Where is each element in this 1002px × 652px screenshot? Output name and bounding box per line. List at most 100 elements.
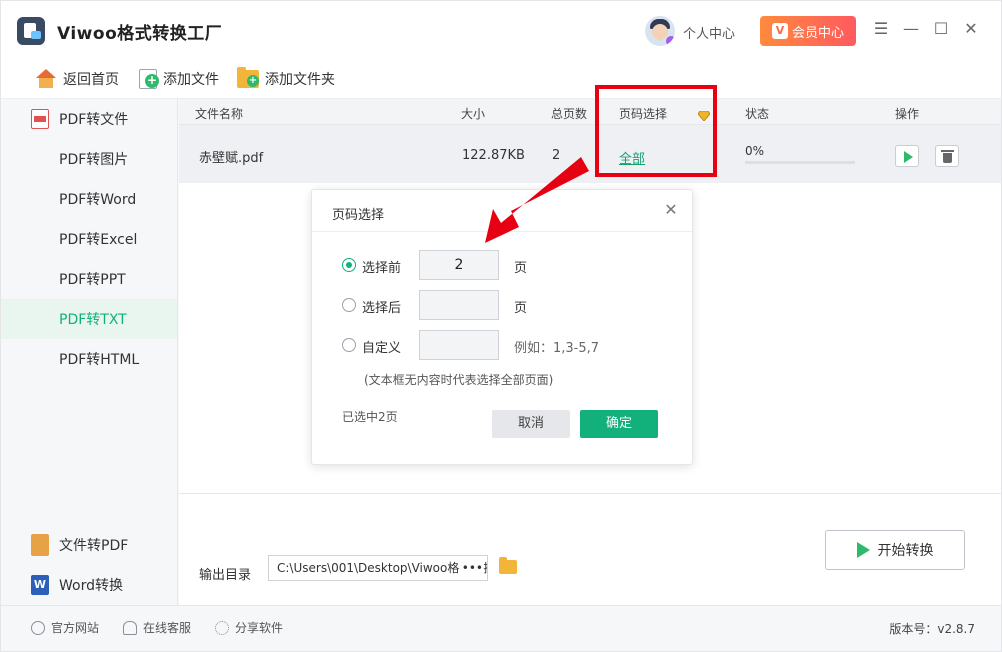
dialog-title: 页码选择 [332,208,385,223]
sidebar-item-word-convert[interactable]: W Word转换 [1,565,177,605]
dialog-close-icon[interactable]: ✕ [662,201,680,219]
last-pages-input[interactable] [419,290,499,320]
minimize-button[interactable]: — [901,19,921,39]
more-icon: ••• [459,556,483,580]
official-site-link[interactable]: 官方网站 [31,619,99,636]
home-icon [35,69,57,89]
header-total-pages: 总页数 [551,107,588,121]
output-dir-path: C:\Users\001\Desktop\Viwoo格式转换 [277,561,488,575]
online-service-label: 在线客服 [143,621,192,635]
last-pages-unit: 页 [514,301,528,316]
dialog-hint: (文本框无内容时代表选择全部页面) [364,373,554,387]
share-icon [215,620,229,635]
menu-icon[interactable]: ☰ [871,19,891,39]
official-site-label: 官方网站 [51,621,100,635]
sidebar-item-pdf-to-txt[interactable]: PDF转TXT [1,299,177,339]
vip-v-icon: V [771,23,788,39]
app-title: Viwoo格式转换工厂 [57,24,223,44]
headset-icon [123,620,137,635]
radio-last-pages-label: 选择后 [362,301,402,316]
radio-last-pages[interactable] [342,298,356,312]
open-folder-icon[interactable] [499,557,517,574]
delete-row-button[interactable] [935,145,959,167]
word-icon: W [31,575,49,595]
header-status: 状态 [745,107,770,121]
home-button[interactable]: 返回首页 [35,65,119,93]
toolbar: 返回首页 添加文件 添加文件夹 [1,59,1001,99]
table-header: 文件名称 大小 总页数 页码选择 状态 操作 [179,99,1001,125]
sidebar-item-pdf-to-word[interactable]: PDF转Word [1,179,177,219]
output-dir-label: 输出目录 [199,568,252,583]
app-window: Viwoo格式转换工厂 个人中心 V 会员中心 ☰ — ☐ ✕ 返回首页 添加文… [0,0,1002,652]
home-label: 返回首页 [63,72,119,88]
header-file-name: 文件名称 [195,107,244,121]
vip-badge-icon [666,36,675,46]
start-convert-button[interactable]: 开始转换 [825,530,965,570]
globe-icon [31,620,45,635]
annotation-highlight-box [595,85,717,177]
sidebar-item-pdf-to-image[interactable]: PDF转图片 [1,139,177,179]
custom-pages-input[interactable] [419,330,499,360]
play-icon [856,542,870,558]
sidebar-item-label: PDF转HTML [59,352,140,368]
first-pages-input[interactable] [419,250,499,280]
sidebar-item-label: PDF转Excel [59,232,138,248]
sidebar: PDF转文件 PDF转图片 PDF转Word PDF转Excel PDF转PPT… [1,99,178,605]
output-dir-field[interactable]: C:\Users\001\Desktop\Viwoo格式转换 ••• [268,555,488,581]
sidebar-item-file-to-pdf[interactable]: 文件转PDF [1,525,177,565]
user-avatar[interactable] [645,16,675,46]
header-action: 操作 [895,107,920,121]
output-area: 输出目录 C:\Users\001\Desktop\Viwoo格式转换 ••• … [179,493,1001,605]
sidebar-item-pdf-to-excel[interactable]: PDF转Excel [1,219,177,259]
sidebar-item-label: PDF转图片 [59,152,129,168]
add-folder-button[interactable]: 添加文件夹 [237,65,335,93]
selected-page-count: 已选中2页 [342,410,398,424]
vip-center-button[interactable]: V 会员中心 [760,16,856,46]
close-window-button[interactable]: ✕ [961,19,981,39]
sidebar-item-label: PDF转Word [59,192,137,208]
sidebar-item-label: PDF转文件 [59,112,129,128]
status-percent: 0% [745,144,765,158]
title-bar: Viwoo格式转换工厂 个人中心 V 会员中心 ☰ — ☐ ✕ [1,1,1001,59]
start-row-button[interactable] [895,145,919,167]
status-bar: 官方网站 在线客服 分享软件 版本号：v2.8.7 [1,605,1001,651]
radio-custom-pages-label: 自定义 [362,341,402,356]
header-size: 大小 [461,107,486,121]
share-software-link[interactable]: 分享软件 [215,619,283,636]
sidebar-item-pdf-to-file[interactable]: PDF转文件 [1,99,177,139]
vip-center-label: 会员中心 [791,25,844,41]
radio-custom-pages[interactable] [342,338,356,352]
pdf-icon [31,109,49,129]
start-convert-label: 开始转换 [877,543,934,559]
sidebar-item-pdf-to-ppt[interactable]: PDF转PPT [1,259,177,299]
add-file-label: 添加文件 [163,72,219,88]
version-label: 版本号：v2.8.7 [889,622,975,636]
sidebar-item-label: PDF转PPT [59,272,126,288]
option-last-pages: 选择后 页 [342,290,682,320]
first-pages-unit: 页 [514,261,528,276]
custom-pages-example: 例如：1,3-5,7 [514,341,600,356]
radio-first-pages[interactable] [342,258,356,272]
progress-bar [745,161,855,164]
avatar-face [652,24,668,40]
add-folder-icon [237,67,259,88]
document-icon [31,534,49,556]
cancel-button[interactable]: 取消 [492,410,570,438]
file-name-cell: 赤壁赋.pdf [199,151,264,166]
app-logo-icon [17,17,45,45]
user-center-link[interactable]: 个人中心 [683,23,735,42]
option-custom-pages: 自定义 例如：1,3-5,7 [342,330,682,360]
sidebar-item-label: 文件转PDF [59,538,129,554]
maximize-button[interactable]: ☐ [931,19,951,39]
sidebar-item-pdf-to-html[interactable]: PDF转HTML [1,339,177,379]
add-file-icon [139,69,159,89]
share-software-label: 分享软件 [235,621,284,635]
add-file-button[interactable]: 添加文件 [139,65,219,93]
radio-first-pages-label: 选择前 [362,261,402,276]
annotation-arrow-icon [485,157,589,243]
sidebar-item-label: PDF转TXT [59,312,127,328]
online-service-link[interactable]: 在线客服 [123,619,191,636]
confirm-button[interactable]: 确定 [580,410,658,438]
option-first-pages: 选择前 页 [342,250,682,280]
sidebar-item-label: Word转换 [59,578,123,594]
